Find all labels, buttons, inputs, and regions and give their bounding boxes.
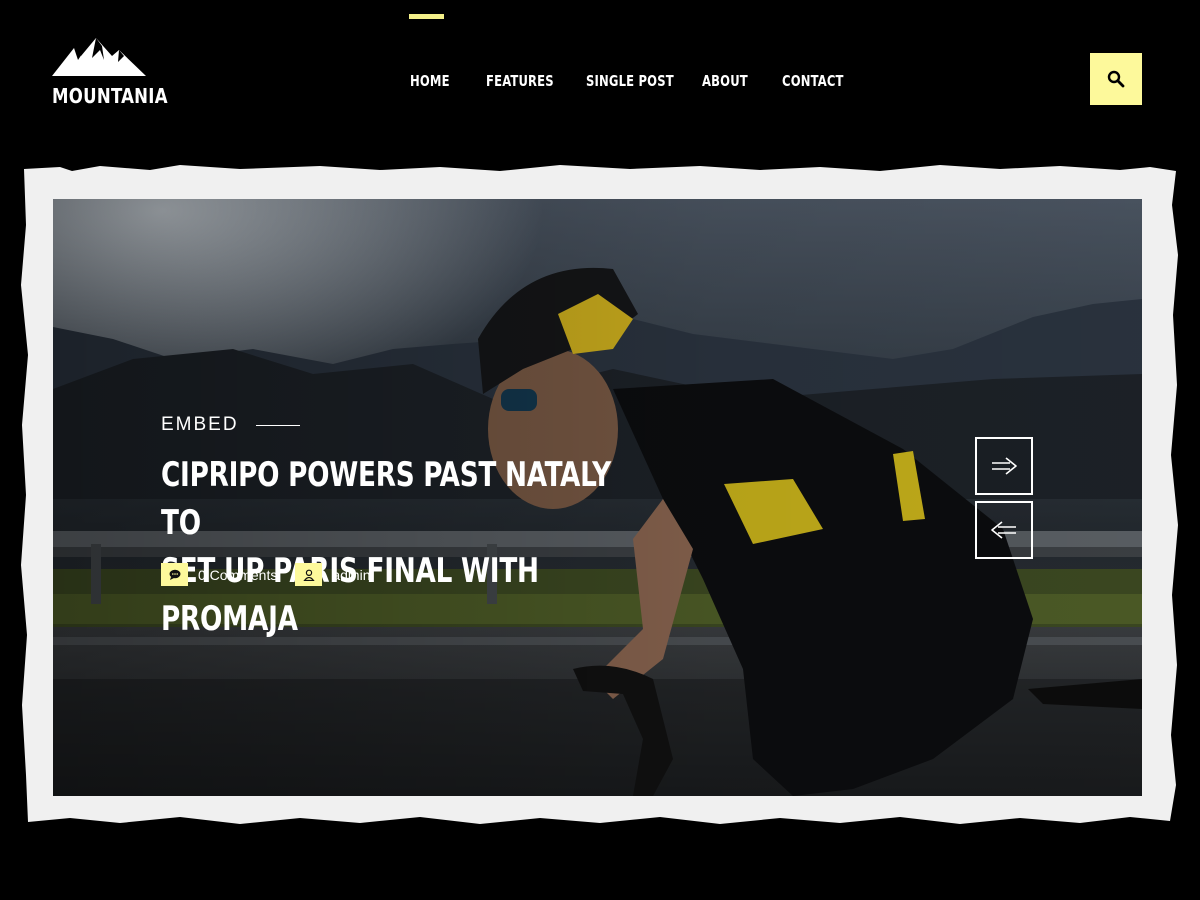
next-slide-button[interactable] [975,437,1033,495]
search-icon [1107,70,1125,88]
nav-active-indicator [409,14,444,19]
arrow-left-icon [991,521,1016,539]
post-meta: 0 Comments admin [161,563,371,586]
post-title-line-1: CIPRIPO POWERS PAST NATALY TO [161,455,611,543]
author-link[interactable]: admin [332,567,370,583]
nav-item-home[interactable]: HOME [410,72,450,90]
nav-item-single-post[interactable]: SINGLE POST [586,72,674,90]
comment-icon [161,563,188,586]
nav-item-contact[interactable]: CONTACT [782,72,844,90]
user-icon [295,563,323,586]
comments-link[interactable]: 0 Comments [198,567,277,583]
page: MOUNTANIA HOME FEATURES SINGLE POST ABOU… [0,0,1200,900]
post-category[interactable]: EMBED [161,414,239,436]
post-title-line-2: SET UP PARIS FINAL WITH PROMAJA [161,551,539,639]
category-divider [256,425,300,426]
hero-slide: EMBED CIPRIPO POWERS PAST NATALY TO SET … [53,199,1142,796]
arrow-right-icon [992,457,1017,475]
prev-slide-button[interactable] [975,501,1033,559]
main-nav: HOME FEATURES SINGLE POST ABOUT CONTACT [0,0,1200,120]
search-button[interactable] [1090,53,1142,105]
nav-item-about[interactable]: ABOUT [702,72,748,90]
post-title[interactable]: CIPRIPO POWERS PAST NATALY TO SET UP PAR… [161,451,643,643]
nav-item-features[interactable]: FEATURES [486,72,554,90]
